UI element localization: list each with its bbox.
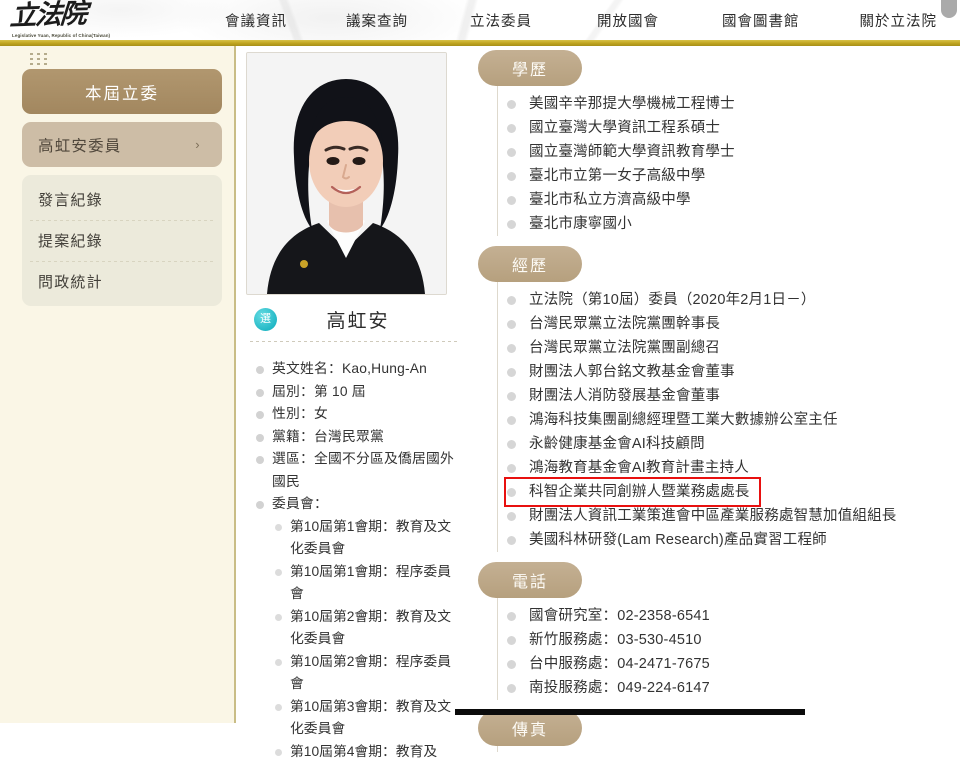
profile-column: 選 高虹安 英文姓名：Kao,Hung-An 屆別：第 10 屆 性別：女 黨籍… (246, 52, 461, 763)
bottom-overlay-bar (455, 709, 805, 715)
experience-item: 鴻海科技集團副總經理暨工業大數據辦公室主任 (507, 408, 908, 432)
experience-item: 美國科林研發(Lam Research)產品實習工程師 (507, 528, 908, 552)
nav-item-open-congress[interactable]: 開放國會 (597, 10, 659, 31)
committee-item: 第10屆第1會期：程序委員會 (270, 561, 461, 606)
section-title-fax: 傳真 (478, 710, 582, 746)
education-item: 臺北市私立方濟高級中學 (507, 188, 908, 212)
profile-divider (250, 341, 457, 342)
committee-item: 第10屆第2會期：教育及文化委員會 (270, 606, 461, 651)
committee-item: 第10屆第3會期：教育及文化委員會 (270, 696, 461, 741)
section-education: 學歷 美國辛辛那提大學機械工程博士 國立臺灣大學資訊工程系碩士 國立臺灣師範大學… (478, 50, 908, 240)
committee-item: 第10屆第4會期：教育及 (270, 741, 461, 763)
education-item: 國立臺灣師範大學資訊教育學士 (507, 140, 908, 164)
sidebar-member-label: 高虹安委員 (38, 134, 122, 156)
experience-item: 鴻海教育基金會AI教育計畫主持人 (507, 456, 908, 480)
member-name-row: 選 高虹安 (246, 304, 461, 334)
committee-item: 第10屆第2會期：程序委員會 (270, 651, 461, 696)
section-fax: 傳真 (478, 710, 908, 756)
profile-facts: 英文姓名：Kao,Hung-An 屆別：第 10 屆 性別：女 黨籍：台灣民眾黨… (246, 358, 461, 763)
member-portrait-photo (246, 52, 447, 295)
sidebar-item-label: 本屆立委 (85, 80, 159, 104)
experience-item-highlighted: 科智企業共同創辦人暨業務處處長 (507, 480, 758, 504)
drag-handle-icon[interactable] (30, 53, 52, 65)
main-navigation: 會議資訊 議案查詢 立法委員 開放國會 國會圖書館 關於立法院 (225, 0, 945, 40)
education-item: 美國辛辛那提大學機械工程博士 (507, 92, 908, 116)
logo-text-cn: 立法院 (9, 0, 86, 31)
site-logo[interactable]: 立法院 Legislative Yuan, Republic of China(… (10, 2, 190, 40)
member-name: 高虹安 (277, 306, 461, 333)
profile-fact-committees: 委員會： (252, 493, 461, 516)
elected-badge-icon: 選 (254, 308, 277, 331)
site-header: 立法院 Legislative Yuan, Republic of China(… (0, 0, 960, 40)
nav-item-legislators[interactable]: 立法委員 (470, 10, 532, 31)
section-phone: 電話 國會研究室：02-2358-6541 新竹服務處：03-530-4510 … (478, 562, 908, 704)
experience-item: 財團法人郭台銘文教基金會董事 (507, 360, 908, 384)
profile-fact-term: 屆別：第 10 屆 (252, 381, 461, 404)
profile-fact-english-name: 英文姓名：Kao,Hung-An (252, 358, 461, 381)
experience-item: 立法院（第10屆）委員（2020年2月1日－） (507, 288, 908, 312)
sidebar-subitem-label: 問政統計 (38, 271, 103, 292)
sidebar-subitem-label: 提案紀錄 (38, 230, 103, 251)
experience-list: 立法院（第10屆）委員（2020年2月1日－） 台灣民眾黨立法院黨團幹事長 台灣… (478, 278, 908, 556)
detail-column: 學歷 美國辛辛那提大學機械工程博士 國立臺灣大學資訊工程系碩士 國立臺灣師範大學… (478, 50, 908, 762)
sidebar-subitem-label: 發言紀錄 (38, 189, 103, 210)
sidebar-item-statistics[interactable]: 問政統計 (22, 261, 222, 302)
sidebar-item-current-legislators[interactable]: 本屆立委 (22, 69, 222, 114)
section-title-phone: 電話 (478, 562, 582, 598)
committee-item: 第10屆第1會期：教育及文化委員會 (270, 516, 461, 561)
sidebar-divider (234, 46, 236, 723)
section-experience: 經歷 立法院（第10屆）委員（2020年2月1日－） 台灣民眾黨立法院黨團幹事長… (478, 246, 908, 556)
phone-item: 南投服務處：049-224-6147 (507, 676, 908, 700)
education-list: 美國辛辛那提大學機械工程博士 國立臺灣大學資訊工程系碩士 國立臺灣師範大學資訊教… (478, 82, 908, 240)
phone-item: 台中服務處：04-2471-7675 (507, 652, 908, 676)
sidebar-item-member[interactable]: 高虹安委員 › (22, 122, 222, 167)
sidebar: 本屆立委 高虹安委員 › 發言紀錄 提案紀錄 問政統計 (22, 50, 222, 306)
experience-item: 台灣民眾黨立法院黨團副總召 (507, 336, 908, 360)
nav-item-library[interactable]: 國會圖書館 (722, 10, 800, 31)
nav-item-about[interactable]: 關於立法院 (860, 10, 938, 31)
sidebar-sublist: 發言紀錄 提案紀錄 問政統計 (22, 175, 222, 306)
section-title-education: 學歷 (478, 50, 582, 86)
experience-item: 財團法人資訊工業策進會中區產業服務處智慧加值組組長 (507, 504, 908, 528)
experience-item: 台灣民眾黨立法院黨團幹事長 (507, 312, 908, 336)
phone-item: 國會研究室：02-2358-6541 (507, 604, 908, 628)
education-item: 臺北市康寧國小 (507, 212, 908, 236)
experience-item: 財團法人消防發展基金會董事 (507, 384, 908, 408)
phone-list: 國會研究室：02-2358-6541 新竹服務處：03-530-4510 台中服… (478, 594, 908, 704)
sidebar-item-speech-records[interactable]: 發言紀錄 (22, 179, 222, 220)
profile-fact-party: 黨籍：台灣民眾黨 (252, 426, 461, 449)
nav-item-meeting-info[interactable]: 會議資訊 (225, 10, 287, 31)
scrollbar-thumb[interactable] (941, 0, 957, 18)
profile-fact-constituency: 選區：全國不分區及僑居國外國民 (252, 448, 461, 493)
section-title-experience: 經歷 (478, 246, 582, 282)
education-item: 臺北市立第一女子高級中學 (507, 164, 908, 188)
nav-item-bill-search[interactable]: 議案查詢 (346, 10, 408, 31)
experience-item: 永齡健康基金會AI科技顧問 (507, 432, 908, 456)
phone-item: 新竹服務處：03-530-4510 (507, 628, 908, 652)
logo-text-en: Legislative Yuan, Republic of China(Taiw… (12, 33, 110, 38)
sidebar-item-proposal-records[interactable]: 提案紀錄 (22, 220, 222, 261)
profile-fact-gender: 性別：女 (252, 403, 461, 426)
chevron-right-icon: › (186, 133, 210, 157)
education-item: 國立臺灣大學資訊工程系碩士 (507, 116, 908, 140)
